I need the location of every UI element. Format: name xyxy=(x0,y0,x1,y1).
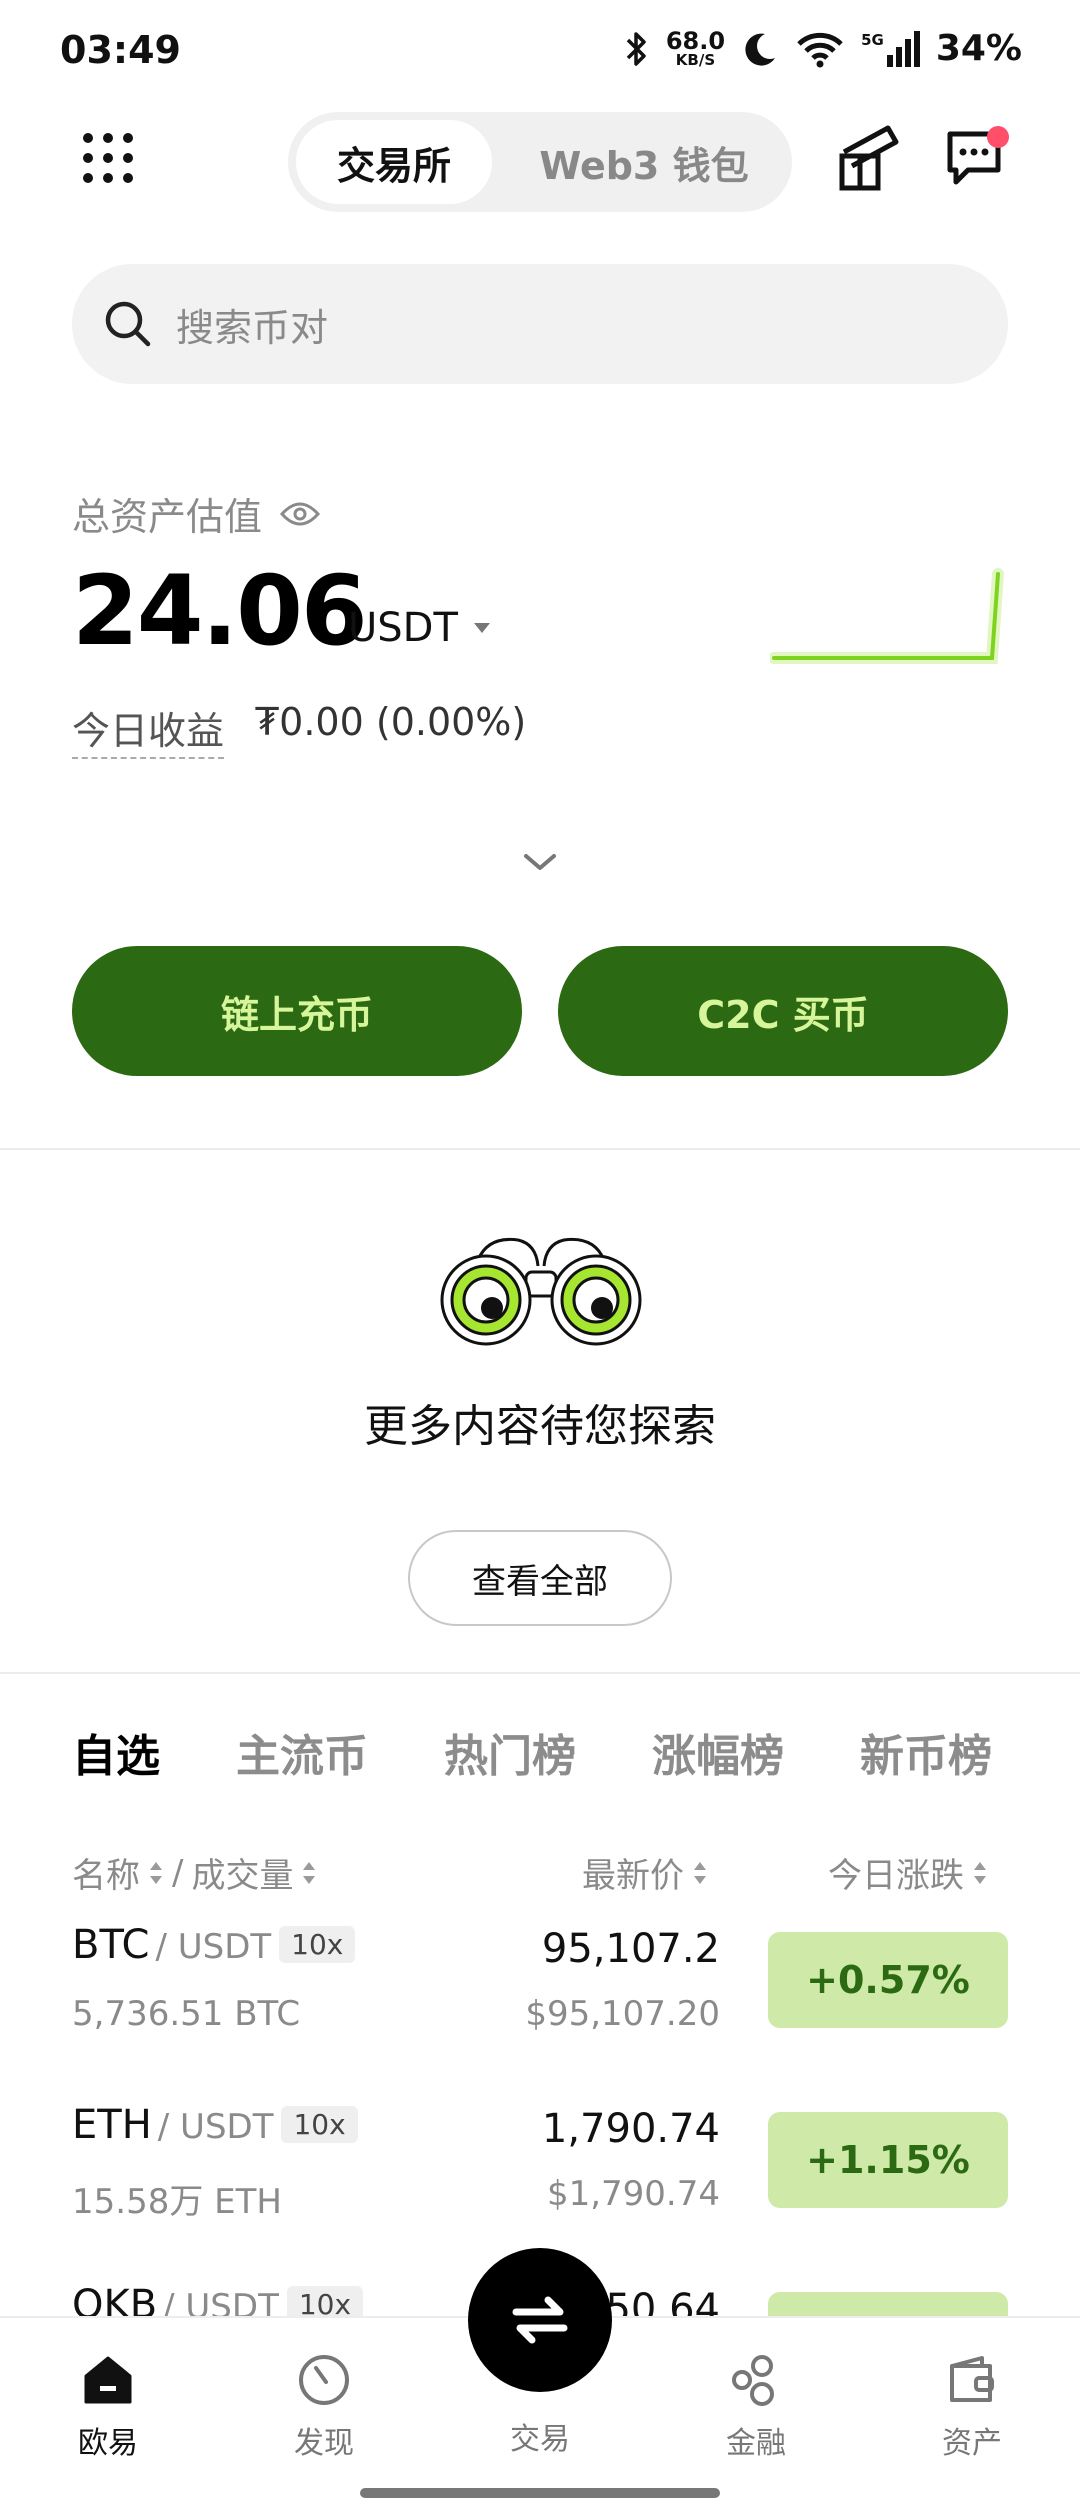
header-name: 名称 xyxy=(72,1856,140,1896)
fiat-price: $95,107.20 xyxy=(525,1994,720,2034)
swap-icon xyxy=(512,2296,568,2344)
pair-quote: / USDT xyxy=(157,2107,274,2147)
sort-icon xyxy=(694,1861,706,1884)
network-speed: 68.0 KB/S xyxy=(666,29,725,68)
daily-pnl-label[interactable]: 今日收益 xyxy=(72,700,225,759)
tab-favorites[interactable]: 自选 xyxy=(72,1720,160,1784)
header-volume: 成交量 xyxy=(191,1856,294,1896)
divider xyxy=(0,1672,1080,1674)
moon-icon xyxy=(745,33,776,66)
onchain-deposit-button[interactable]: 链上充币 xyxy=(72,946,522,1076)
cellular-signal-icon: 5G xyxy=(861,30,920,67)
sort-header-price[interactable]: 最新价 xyxy=(582,1848,708,1897)
caret-down-icon xyxy=(473,623,490,633)
total-assets-label-text: 总资产估值 xyxy=(72,495,263,539)
search-input[interactable]: 搜索币对 xyxy=(176,297,328,352)
currency-unit: USDT xyxy=(348,605,458,651)
c2c-buy-button[interactable]: C2C 买币 xyxy=(558,946,1008,1076)
sort-icon xyxy=(974,1861,986,1884)
tab-mainstream[interactable]: 主流币 xyxy=(236,1720,368,1784)
explore-message: 更多内容待您探索 xyxy=(364,1401,716,1452)
wallet-icon xyxy=(950,2356,994,2402)
gift-box-icon[interactable] xyxy=(838,122,904,192)
home-icon xyxy=(84,2356,132,2404)
network-type: 5G xyxy=(861,30,884,49)
search-icon xyxy=(105,301,151,347)
tab-web3-wallet[interactable]: Web3 钱包 xyxy=(504,120,784,204)
last-price: 95,107.2 xyxy=(541,1926,720,1972)
sort-icon xyxy=(150,1861,162,1884)
chevron-down-icon[interactable] xyxy=(520,850,560,874)
tab-new-listings[interactable]: 新币榜 xyxy=(860,1720,992,1784)
currency-selector[interactable]: USDT xyxy=(348,605,492,651)
nav-trade-label: 交易 xyxy=(510,2422,570,2457)
mode-switch: 交易所 Web3 钱包 xyxy=(288,112,792,212)
network-speed-value: 68.0 xyxy=(665,27,726,55)
battery-level: 34% xyxy=(935,28,1022,69)
header-separator: / xyxy=(172,1852,184,1893)
daily-pnl-value: ₮0.00 (0.00%) xyxy=(255,700,527,744)
total-assets-label: 总资产估值 xyxy=(72,486,321,541)
assets-sparkline xyxy=(770,568,1004,664)
market-tabs: 自选 主流币 热门榜 涨幅榜 新币榜 xyxy=(72,1720,992,1784)
fiat-price: $1,790.74 xyxy=(546,2174,720,2214)
change-badge[interactable]: +1.15% xyxy=(768,2112,1008,2208)
wifi-icon xyxy=(797,32,843,67)
tab-exchange[interactable]: 交易所 xyxy=(296,120,492,204)
status-icons: 68.0 KB/S 5G 34% xyxy=(624,28,1022,69)
last-price: 1,790.74 xyxy=(541,2106,720,2152)
binoculars-icon xyxy=(440,1237,642,1346)
sort-header-change[interactable]: 今日涨跌 xyxy=(828,1848,988,1897)
pair-quote: / USDT xyxy=(155,1927,272,1967)
discover-icon xyxy=(299,2355,349,2405)
eye-icon[interactable] xyxy=(280,500,321,528)
header-price: 最新价 xyxy=(582,1856,684,1896)
status-time: 03:49 xyxy=(60,28,181,72)
sort-icon xyxy=(303,1861,316,1884)
bluetooth-icon xyxy=(626,31,646,66)
finance-icon xyxy=(732,2355,774,2406)
trade-button[interactable] xyxy=(468,2248,612,2392)
search-bar[interactable]: 搜索币对 xyxy=(72,264,1008,384)
notification-dot xyxy=(987,126,1009,148)
pair-volume: 15.58万 ETH xyxy=(72,2182,282,2222)
change-badge[interactable]: +0.57% xyxy=(768,1932,1008,2028)
divider xyxy=(0,1148,1080,1150)
home-indicator[interactable] xyxy=(360,2488,720,2498)
apps-grid-icon[interactable] xyxy=(80,130,136,186)
pair-volume: 5,736.51 BTC xyxy=(72,1994,301,2034)
tab-gainers[interactable]: 涨幅榜 xyxy=(652,1720,784,1784)
pair-symbol: ETH xyxy=(72,2102,152,2148)
total-assets-value: 24.06 xyxy=(72,555,368,667)
pair-symbol: BTC xyxy=(72,1922,150,1968)
table-row[interactable]: BTC / USDT 10x xyxy=(72,1922,356,1968)
tab-hot[interactable]: 热门榜 xyxy=(444,1720,576,1784)
header-change: 今日涨跌 xyxy=(828,1856,964,1896)
view-all-button[interactable]: 查看全部 xyxy=(408,1530,672,1626)
network-speed-unit: KB/S xyxy=(675,51,716,69)
table-row[interactable]: ETH / USDT 10x xyxy=(72,2102,358,2148)
sort-header-name-volume[interactable]: 名称 / 成交量 xyxy=(72,1848,317,1897)
